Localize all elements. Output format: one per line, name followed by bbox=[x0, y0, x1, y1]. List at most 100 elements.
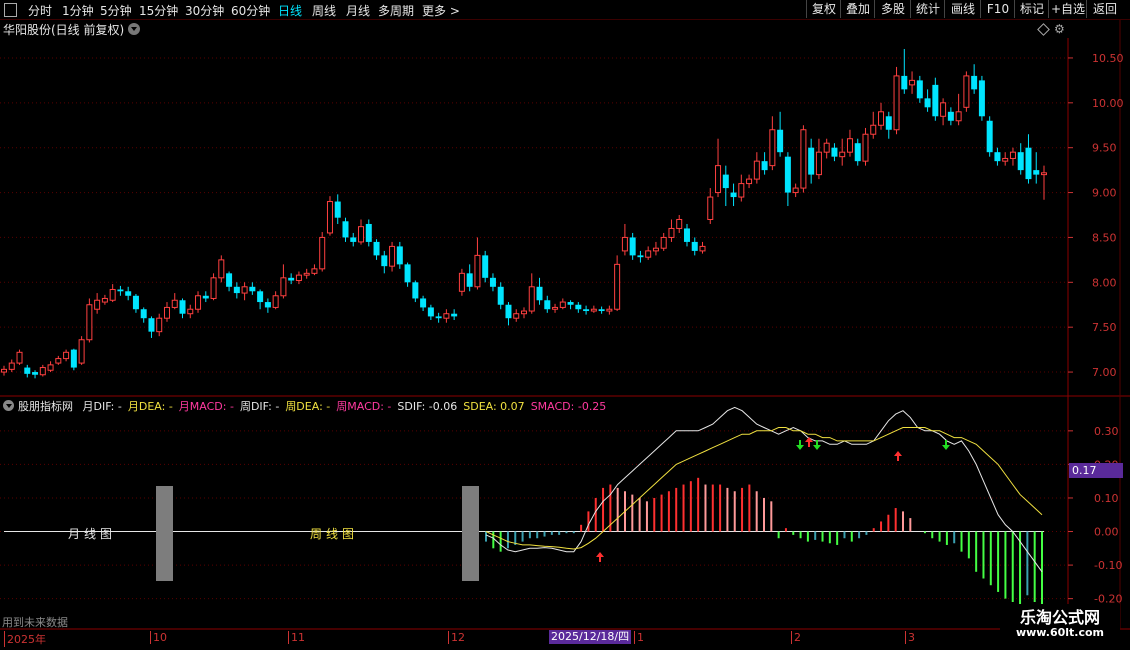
candle-body bbox=[86, 304, 93, 341]
candle-body bbox=[536, 286, 543, 301]
candle-body bbox=[132, 295, 139, 310]
candle-body bbox=[963, 75, 970, 108]
tab-period-8[interactable]: 月线 bbox=[346, 2, 370, 19]
indicator-name[interactable]: 股朋指标网 bbox=[18, 400, 73, 413]
toolbar-button-5[interactable]: F10 bbox=[980, 0, 1015, 18]
candle-body bbox=[342, 221, 349, 238]
candle-body bbox=[288, 277, 295, 281]
chevron-down-icon[interactable] bbox=[128, 23, 140, 35]
sell-signal-arrow bbox=[796, 440, 804, 450]
date-label-1: 10 bbox=[150, 631, 167, 644]
indicator-item-8: SMACD: -0.25 bbox=[530, 400, 607, 413]
candle-body bbox=[117, 289, 124, 292]
tab-period-9[interactable]: 多周期 bbox=[378, 2, 414, 19]
chart-canvas: 10.50 10.00 9.50 9.00 8.50 8.00 7.50 7.00 0.30 0… bbox=[0, 20, 1130, 630]
candle-body bbox=[831, 147, 838, 157]
candle-body bbox=[590, 308, 597, 312]
candle-body bbox=[427, 307, 434, 317]
toolbar-button-1[interactable]: 叠加 bbox=[840, 0, 875, 18]
candle-body bbox=[815, 151, 822, 176]
arrow-shape bbox=[894, 451, 902, 461]
candle-body bbox=[226, 273, 233, 287]
toolbar-button-7[interactable]: +自选 bbox=[1048, 0, 1087, 18]
toolbar-button-0[interactable]: 复权 bbox=[806, 0, 841, 18]
tab-period-1[interactable]: 1分钟 bbox=[62, 2, 94, 19]
candle-body bbox=[955, 111, 962, 122]
price-tick-label: 9.50 bbox=[1092, 142, 1117, 155]
arrow-shape bbox=[805, 437, 813, 447]
top-toolbar: 分时 1分钟 5分钟 15分钟 30分钟 60分钟 日线 周线 月线 多周期 更多 > 复权 叠加 多股… bbox=[0, 0, 1130, 20]
candle-body bbox=[567, 302, 574, 305]
candle-body bbox=[163, 306, 170, 319]
candle-body bbox=[614, 263, 621, 310]
toolbar-button-6[interactable]: 标记 bbox=[1014, 0, 1049, 18]
toolbar-button-2[interactable]: 多股 bbox=[874, 0, 911, 18]
diamond-icon[interactable] bbox=[1037, 23, 1050, 36]
candle-body bbox=[730, 192, 737, 198]
tab-period-3[interactable]: 15分钟 bbox=[139, 2, 178, 19]
candle-body bbox=[683, 228, 690, 242]
candle-body bbox=[171, 299, 178, 308]
candle-body bbox=[1002, 157, 1009, 162]
candle-body bbox=[474, 254, 481, 288]
candle-body bbox=[482, 255, 489, 278]
candle-body bbox=[885, 116, 892, 130]
tab-period-7[interactable]: 周线 bbox=[312, 2, 336, 19]
candle-body bbox=[940, 102, 947, 117]
tab-period-6[interactable]: 日线 bbox=[278, 2, 302, 19]
candle-body bbox=[195, 295, 202, 310]
tab-period-0[interactable]: 分时 bbox=[28, 2, 52, 19]
candle-body bbox=[792, 187, 799, 194]
indicator-item-0: 月DIF: - bbox=[82, 400, 122, 413]
date-label-6: 3 bbox=[905, 631, 915, 644]
indicator-tick-label: 0.00 bbox=[1094, 526, 1119, 539]
sell-signal-arrow bbox=[813, 440, 821, 450]
toolbar-button-4[interactable]: 画线 bbox=[944, 0, 981, 18]
indicator-item-6: SDIF: -0.06 bbox=[397, 400, 458, 413]
candle-body bbox=[893, 75, 900, 131]
candle-body bbox=[559, 301, 566, 308]
candle-body bbox=[435, 316, 442, 319]
candle-body bbox=[521, 310, 527, 315]
candle-body bbox=[8, 362, 15, 370]
date-label-5: 2 bbox=[791, 631, 801, 644]
candle-body bbox=[420, 298, 427, 308]
candle-body bbox=[78, 339, 85, 364]
candle-body bbox=[125, 291, 132, 296]
date-label-4: 1 bbox=[634, 631, 644, 644]
candle-body bbox=[645, 250, 652, 258]
candle-body bbox=[784, 156, 791, 193]
candle-body bbox=[722, 174, 729, 189]
toolbar-button-8[interactable]: 返回 bbox=[1086, 0, 1123, 18]
candle-body bbox=[358, 226, 365, 243]
tab-period-2[interactable]: 5分钟 bbox=[100, 2, 132, 19]
indicator-menu-icon[interactable] bbox=[3, 400, 14, 411]
candle-body bbox=[187, 308, 194, 315]
candle-body bbox=[295, 274, 302, 282]
tab-period-10[interactable]: 更多 > bbox=[422, 2, 460, 19]
candle-body bbox=[823, 142, 830, 153]
candle-body bbox=[746, 178, 753, 185]
candle-body bbox=[1033, 170, 1040, 175]
gear-icon[interactable]: ⚙ bbox=[1054, 22, 1065, 36]
dif-line bbox=[485, 406, 1043, 573]
candle-body bbox=[777, 129, 784, 153]
menu-box-icon[interactable] bbox=[4, 3, 17, 17]
candle-body bbox=[32, 372, 39, 375]
candle-body bbox=[691, 241, 698, 251]
current-indicator-value: 0.17 bbox=[1069, 463, 1123, 478]
indicator-legend: 股朋指标网 月DIF: - 月DEA: - 月MACD: - 周DIF: - 周DEA:… bbox=[18, 398, 618, 414]
indicator-item-2: 月MACD: - bbox=[178, 400, 234, 413]
candle-body bbox=[629, 237, 636, 256]
candle-body bbox=[707, 196, 714, 220]
candle-body bbox=[202, 295, 209, 299]
tab-period-5[interactable]: 60分钟 bbox=[231, 2, 270, 19]
tab-period-4[interactable]: 30分钟 bbox=[185, 2, 224, 19]
candle-body bbox=[761, 161, 768, 171]
candle-body bbox=[497, 286, 504, 305]
candle-body bbox=[971, 75, 978, 90]
candle-body bbox=[218, 259, 225, 279]
candle-body bbox=[1, 368, 7, 373]
price-tick-label: 7.50 bbox=[1092, 321, 1117, 334]
toolbar-button-3[interactable]: 统计 bbox=[910, 0, 945, 18]
